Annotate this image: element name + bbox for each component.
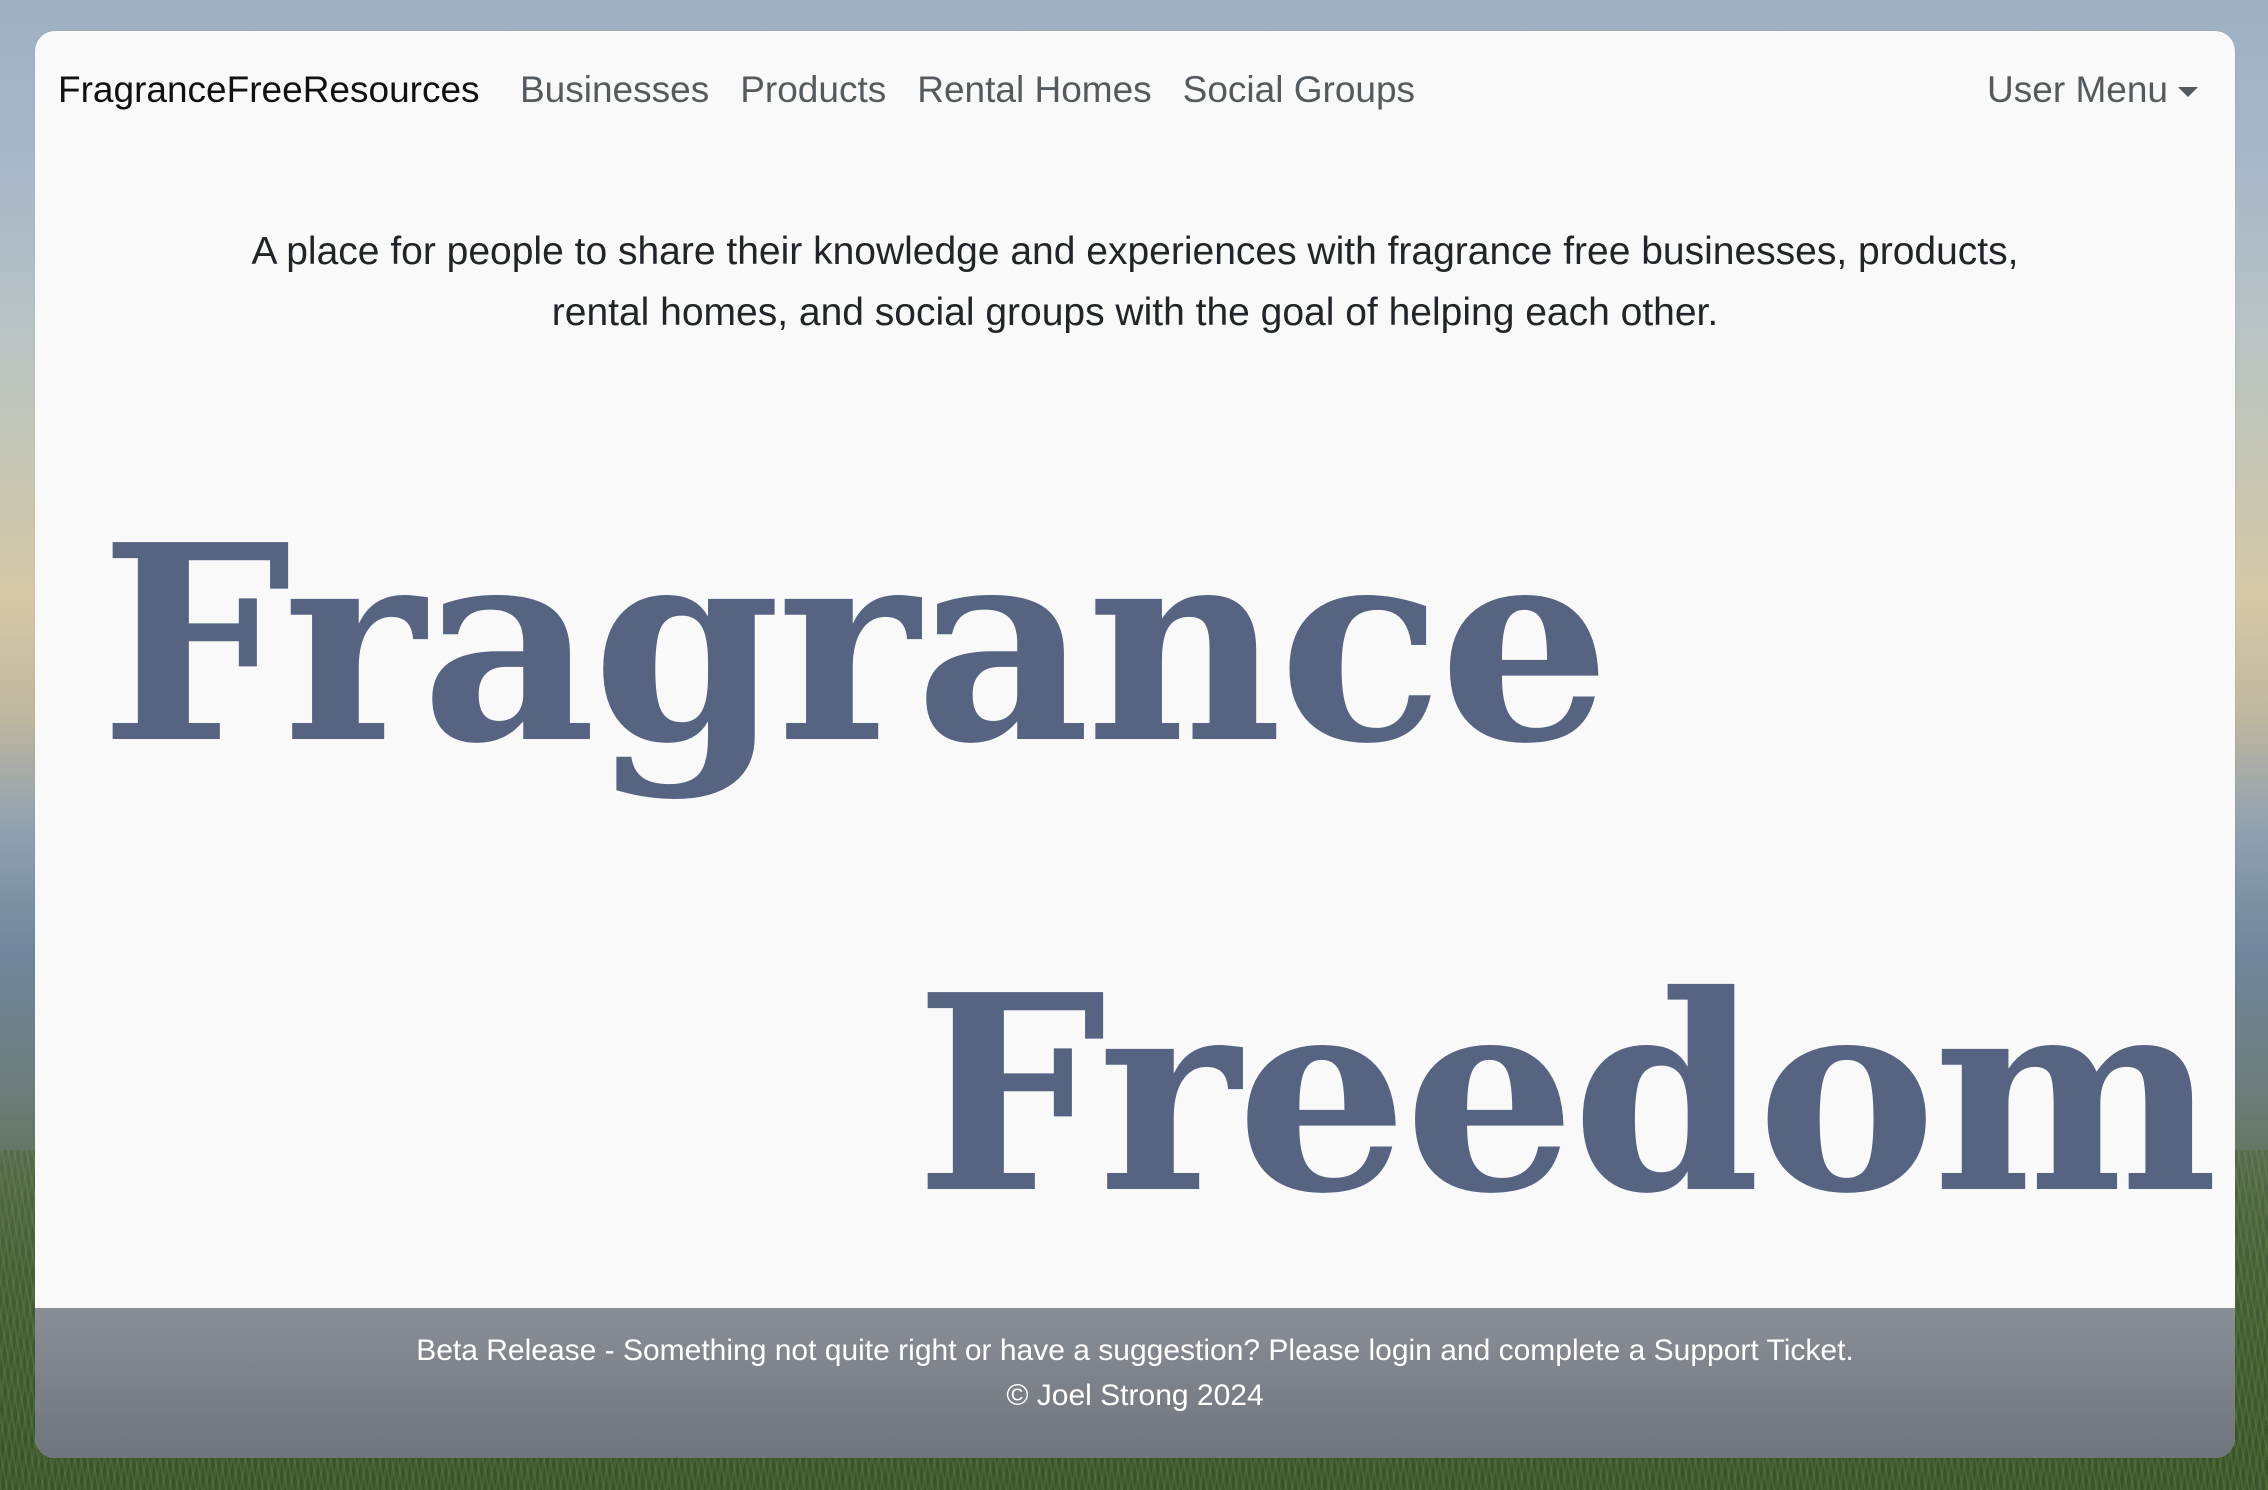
copyright: © Joel Strong 2024 [1006, 1379, 1264, 1412]
intro-text: A place for people to share their knowle… [251, 230, 2019, 334]
support-ticket-link[interactable]: Support Ticket [1654, 1334, 1846, 1367]
nav-link-products[interactable]: Products [740, 69, 886, 111]
footer: Beta Release - Something not quite right… [35, 1308, 2235, 1458]
navbar: FragranceFreeResources Businesses Produc… [35, 31, 2235, 149]
nav-link-businesses[interactable]: Businesses [520, 69, 709, 111]
beta-notice-middle: and complete a [1431, 1334, 1654, 1367]
beta-notice-suffix: . [1845, 1334, 1854, 1367]
user-menu-label: User Menu [1987, 69, 2168, 110]
user-menu-dropdown[interactable]: User Menu [1987, 69, 2198, 111]
caret-down-icon [2178, 87, 2198, 97]
headline-fragrance: Fragrance [100, 485, 1611, 803]
brand-link[interactable]: FragranceFreeResources [58, 69, 480, 111]
beta-notice-prefix: Beta Release - Something not quite right… [416, 1334, 1369, 1367]
nav-link-social-groups[interactable]: Social Groups [1183, 69, 1415, 111]
headline-freedom: Freedom. [915, 935, 2235, 1253]
nav-links: Businesses Products Rental Homes Social … [520, 69, 1415, 111]
login-link[interactable]: login [1368, 1334, 1431, 1367]
nav-link-rental-homes[interactable]: Rental Homes [917, 69, 1151, 111]
beta-notice: Beta Release - Something not quite right… [35, 1328, 2235, 1373]
main-card: FragranceFreeResources Businesses Produc… [35, 31, 2235, 1458]
